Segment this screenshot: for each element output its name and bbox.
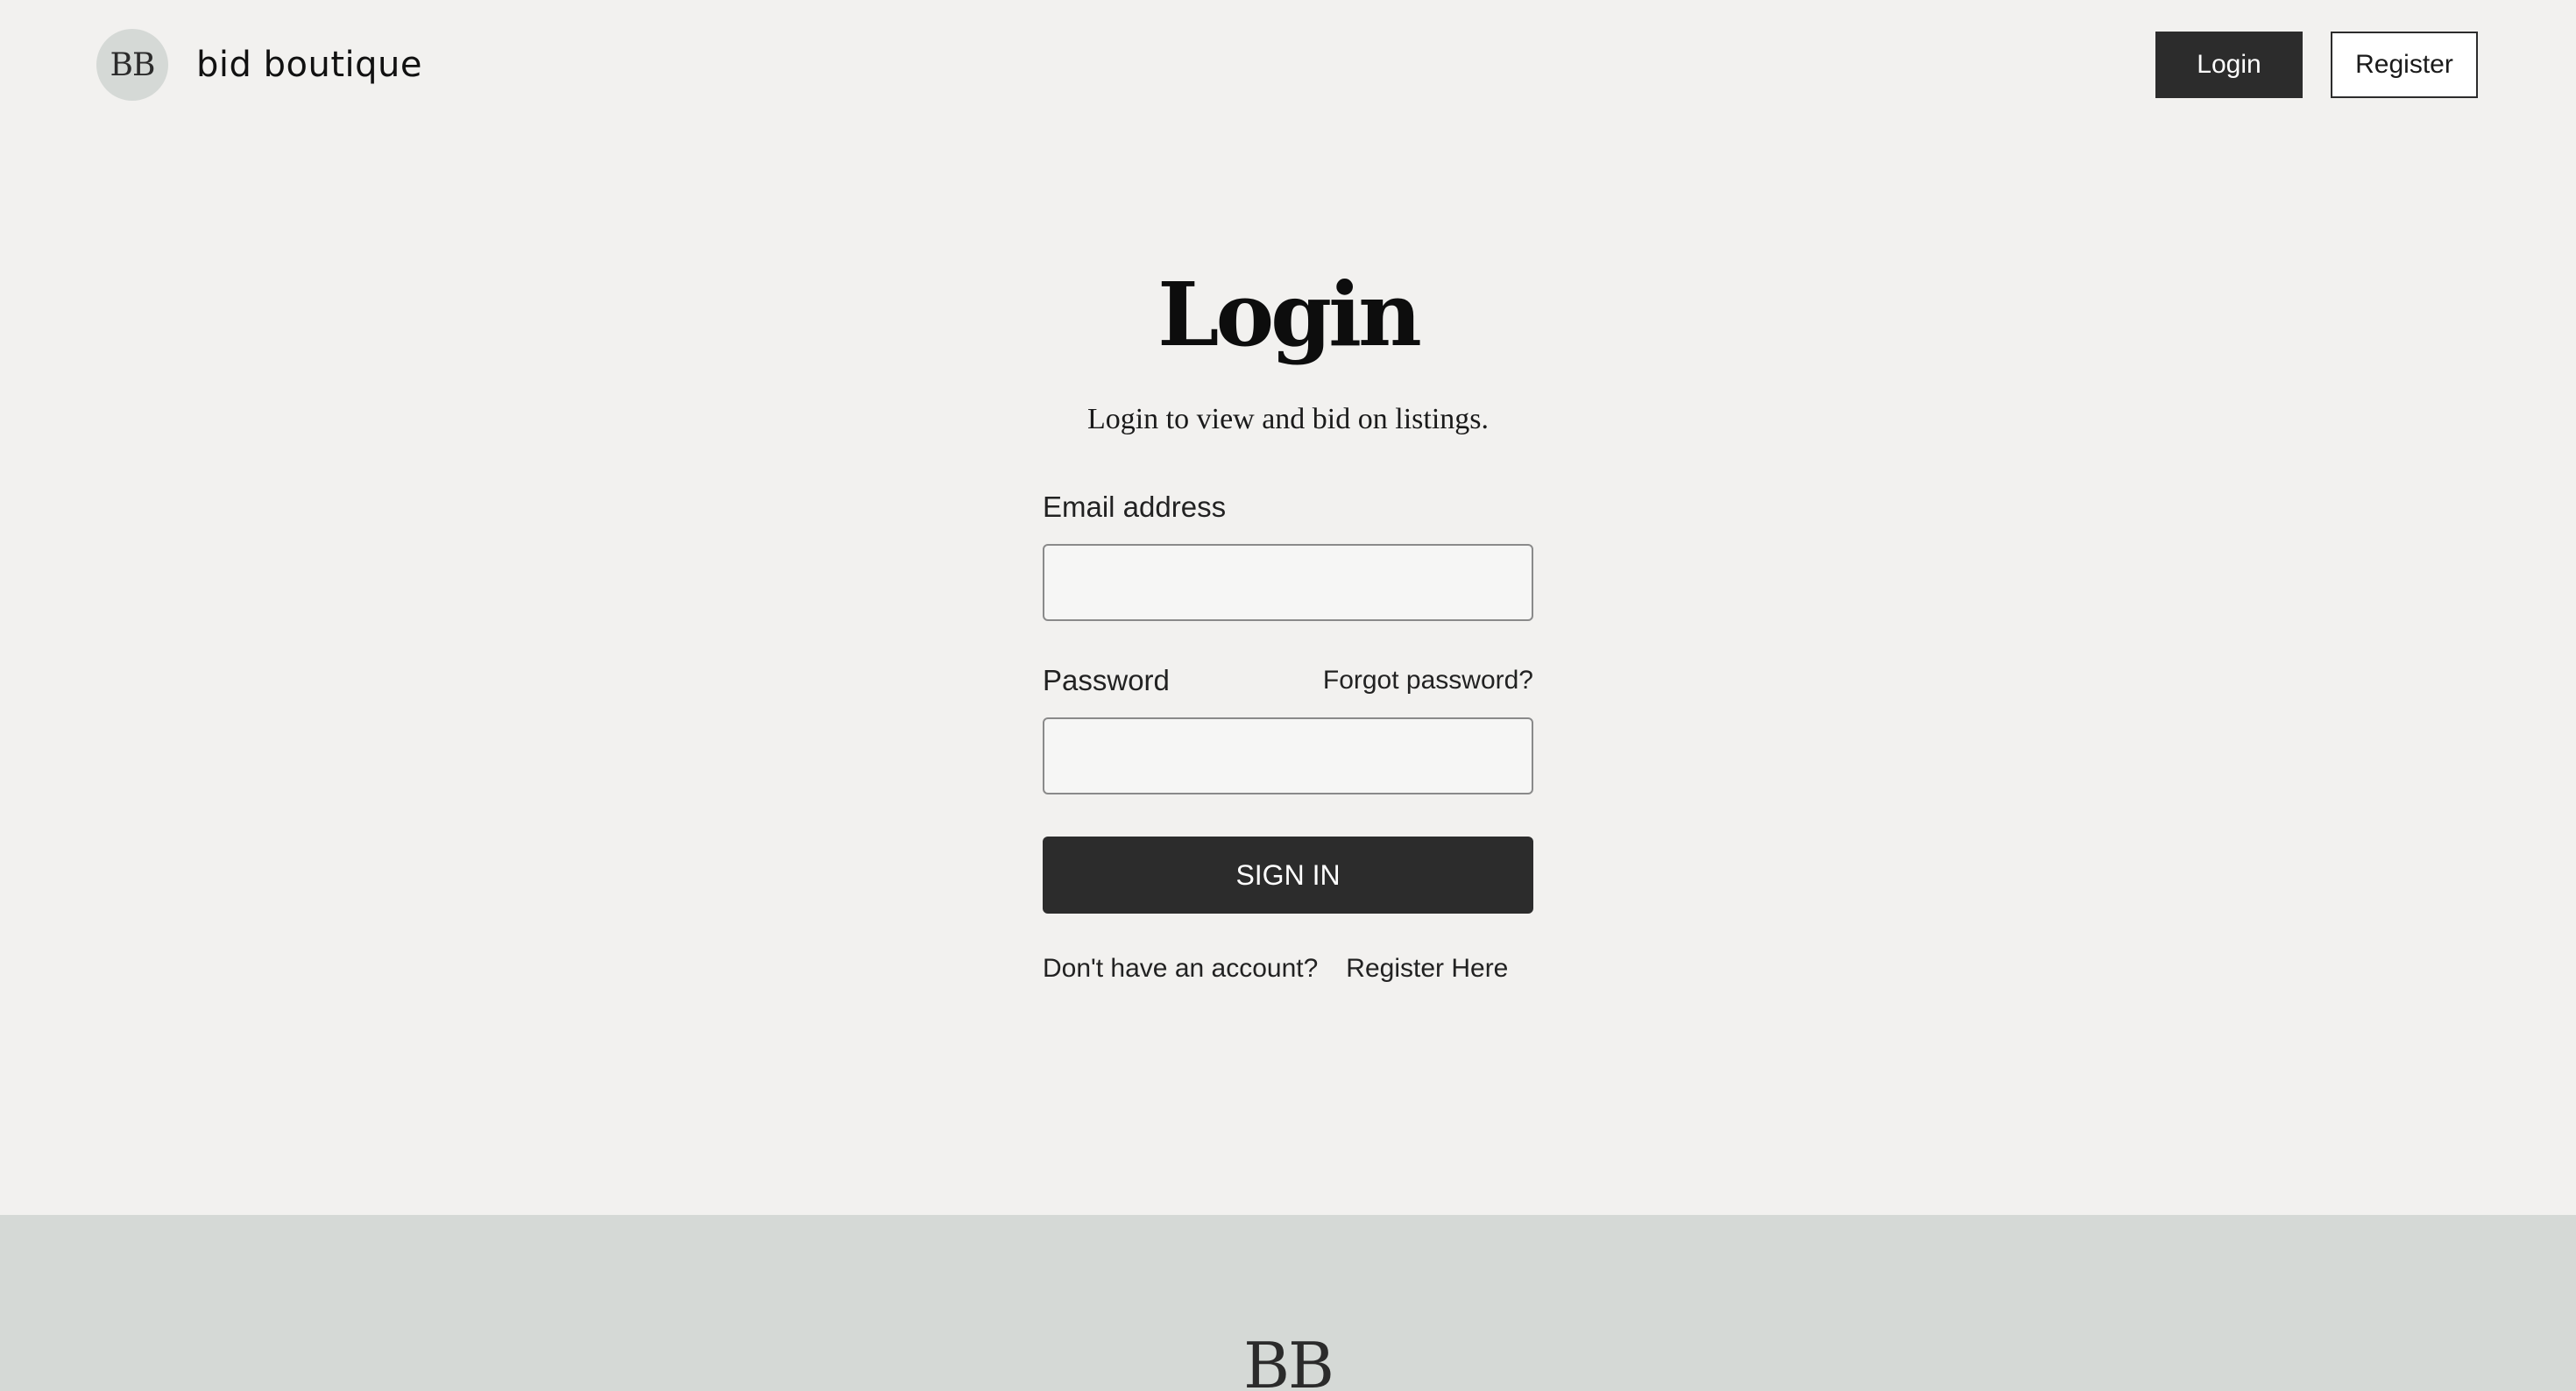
email-block: Email address xyxy=(1043,486,1533,621)
page: BB bid boutique Login Register Login Log… xyxy=(0,0,2576,1391)
brand-name[interactable]: bid boutique xyxy=(196,45,422,85)
sign-in-button[interactable]: SIGN IN xyxy=(1043,837,1533,914)
site-header: BB bid boutique Login Register xyxy=(0,0,2576,131)
brand-logo[interactable]: BB xyxy=(96,29,168,101)
site-footer: BB xyxy=(0,1215,2576,1391)
forgot-password-link[interactable]: Forgot password? xyxy=(1323,666,1533,696)
login-form: Email address Password Forgot password? … xyxy=(1043,486,1533,984)
page-title: Login xyxy=(1157,263,1422,366)
password-block: Password Forgot password? xyxy=(1043,660,1533,794)
page-subtitle: Login to view and bid on listings. xyxy=(1086,403,1490,435)
email-label: Email address xyxy=(1043,491,1227,523)
email-field[interactable] xyxy=(1043,544,1533,621)
password-label-row: Password Forgot password? xyxy=(1043,660,1533,702)
footer-logo: BB xyxy=(1243,1329,1334,1391)
register-prompt: Don't have an account? xyxy=(1043,954,1319,983)
nav-register-button[interactable]: Register xyxy=(2331,32,2478,98)
password-field[interactable] xyxy=(1043,717,1533,794)
register-row: Don't have an account? Register Here xyxy=(1043,954,1533,984)
nav-login-button[interactable]: Login xyxy=(2155,32,2303,98)
register-here-link[interactable]: Register Here xyxy=(1346,954,1508,984)
brand[interactable]: BB bid boutique xyxy=(96,29,422,101)
password-label: Password xyxy=(1043,664,1170,696)
